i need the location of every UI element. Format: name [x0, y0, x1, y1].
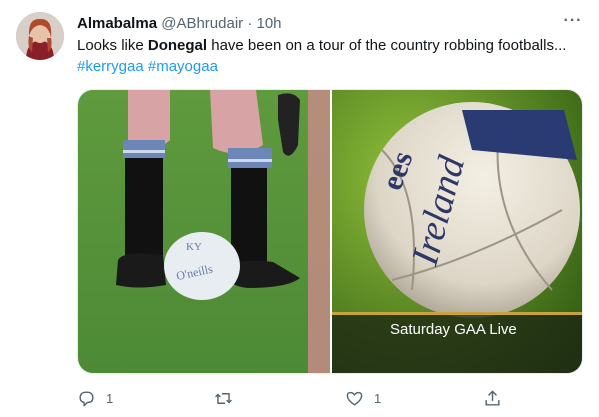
tweet[interactable]: Almabalma @ABhrudair · 10h ··· Looks lik…	[0, 0, 599, 417]
media-image-right[interactable]: Ireland ees Saturday GAA Live	[332, 90, 583, 374]
tweet-text: Looks like Donegal have been on a tour o…	[77, 36, 587, 56]
tweet-text-part: have been on a tour of the country robbi…	[207, 37, 567, 54]
reply-button[interactable]: 1	[77, 387, 113, 409]
tweet-time[interactable]: 10h	[257, 15, 282, 32]
avatar-image	[16, 12, 64, 60]
author-name[interactable]: Almabalma	[77, 15, 157, 32]
left-ball-text-top: KY	[186, 241, 202, 253]
separator-dot: ·	[247, 15, 253, 32]
share-icon	[485, 389, 500, 406]
media-image-left[interactable]: KY O'neills	[78, 90, 330, 374]
heart-icon	[346, 391, 363, 406]
avatar[interactable]	[16, 12, 64, 60]
tweet-text-part: Looks like	[77, 37, 148, 54]
tweet-actions: 1 1	[0, 387, 599, 409]
hashtag-kerrygaa[interactable]: #kerrygaa	[77, 58, 144, 75]
share-button[interactable]	[483, 387, 502, 409]
reply-icon	[79, 390, 94, 406]
media-caption: Saturday GAA Live	[390, 321, 517, 338]
tweet-text-bold: Donegal	[147, 37, 208, 54]
like-button[interactable]: 1	[345, 387, 381, 409]
reply-count: 1	[106, 390, 114, 406]
tweet-media[interactable]: KY O'neills Ireland ees Saturday GAA Liv…	[77, 89, 583, 374]
hashtag-mayogaa[interactable]: #mayogaa	[148, 58, 218, 75]
tweet-header: Almabalma @ABhrudair · 10h	[77, 14, 282, 34]
author-handle[interactable]: @ABhrudair	[161, 15, 243, 32]
retweet-icon	[215, 392, 232, 404]
more-options-icon[interactable]: ···	[562, 13, 584, 34]
retweet-button[interactable]	[214, 387, 243, 409]
hashtags: #kerrygaa #mayogaa	[77, 57, 218, 77]
like-count: 1	[374, 390, 382, 406]
